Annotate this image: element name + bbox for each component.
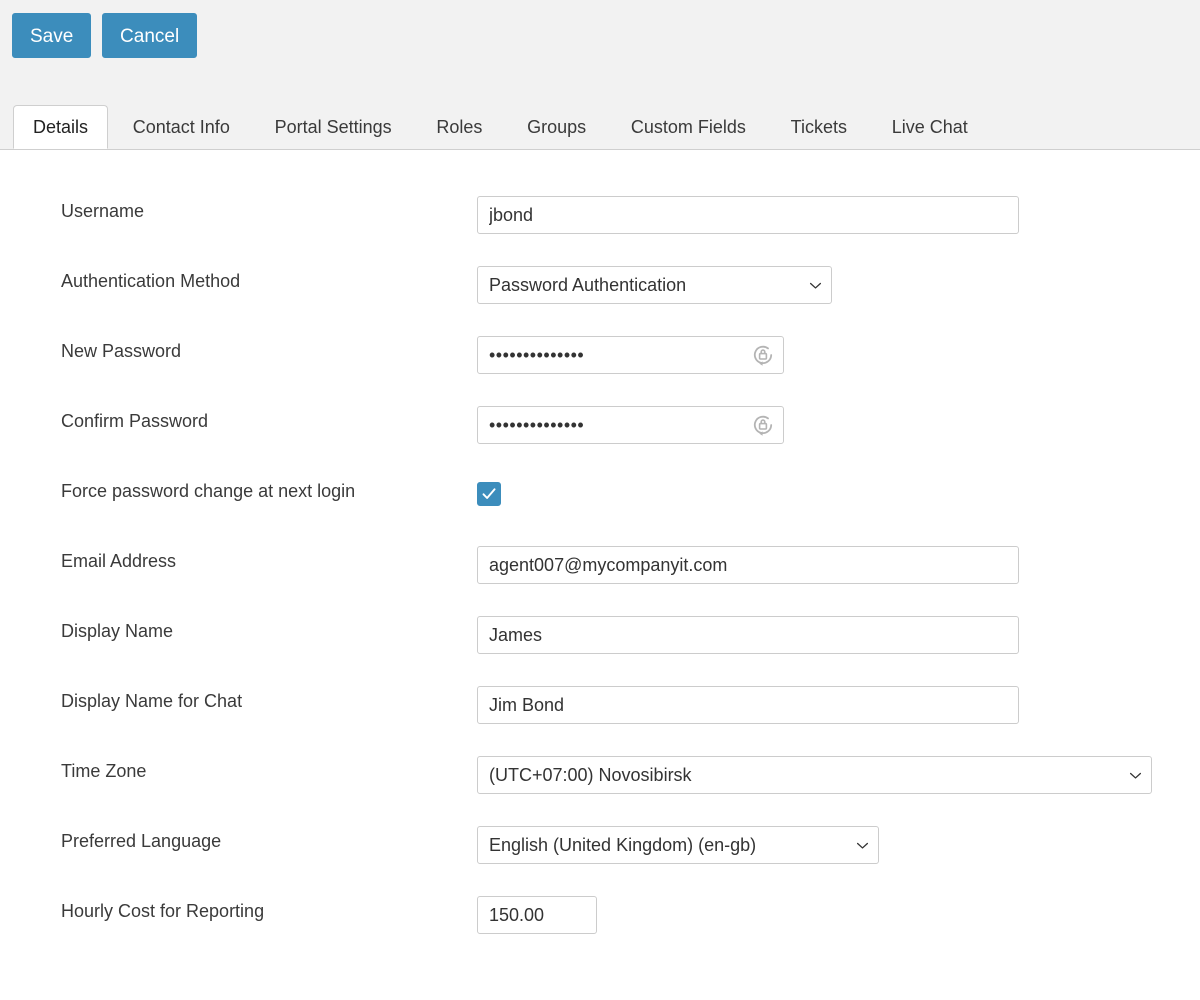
language-selected-value: English (United Kingdom) (en-gb)	[489, 835, 757, 855]
force-password-change-field-wrap	[477, 476, 501, 508]
tab-roles[interactable]: Roles	[416, 105, 502, 149]
field-row-new-password: New Password	[0, 336, 1200, 406]
field-row-auth-method: Authentication Method Password Authentic…	[0, 266, 1200, 336]
field-row-force-password-change: Force password change at next login	[0, 476, 1200, 546]
time-zone-select[interactable]: (UTC+07:00) Novosibirsk	[477, 756, 1152, 794]
field-row-hourly-cost: Hourly Cost for Reporting	[0, 896, 1200, 966]
username-input[interactable]	[477, 196, 1019, 234]
confirm-password-label: Confirm Password	[61, 411, 209, 431]
email-label: Email Address	[61, 551, 177, 571]
new-password-input[interactable]	[477, 336, 784, 374]
new-password-group	[477, 336, 784, 374]
generate-password-icon[interactable]	[750, 342, 776, 368]
force-password-change-checkbox[interactable]	[477, 482, 501, 506]
generate-password-icon[interactable]	[750, 412, 776, 438]
hourly-cost-input[interactable]	[477, 896, 597, 934]
field-row-confirm-password: Confirm Password	[0, 406, 1200, 476]
auth-method-select[interactable]: Password Authentication	[477, 266, 832, 304]
cancel-button[interactable]: Cancel	[102, 13, 198, 58]
force-password-change-label: Force password change at next login	[61, 481, 356, 501]
email-input[interactable]	[477, 546, 1019, 584]
tab-contact-info[interactable]: Contact Info	[113, 105, 250, 149]
username-label: Username	[61, 201, 145, 221]
language-select[interactable]: English (United Kingdom) (en-gb)	[477, 826, 879, 864]
tab-portal-settings[interactable]: Portal Settings	[255, 105, 412, 149]
chevron-down-icon	[809, 279, 822, 292]
auth-method-field-wrap: Password Authentication	[477, 266, 832, 304]
tab-bar: Details Contact Info Portal Settings Rol…	[0, 105, 1200, 150]
display-name-chat-label: Display Name for Chat	[61, 691, 243, 711]
tab-live-chat[interactable]: Live Chat	[872, 105, 988, 149]
new-password-field-wrap	[477, 336, 784, 374]
auth-method-label: Authentication Method	[61, 271, 241, 291]
field-row-time-zone: Time Zone (UTC+07:00) Novosibirsk	[0, 756, 1200, 826]
display-name-label: Display Name	[61, 621, 174, 641]
username-field-wrap	[477, 196, 1019, 234]
time-zone-label: Time Zone	[61, 761, 147, 781]
email-field-wrap	[477, 546, 1019, 584]
save-button[interactable]: Save	[12, 13, 92, 58]
time-zone-selected-value: (UTC+07:00) Novosibirsk	[489, 765, 692, 785]
tab-tickets[interactable]: Tickets	[771, 105, 867, 149]
language-field-wrap: English (United Kingdom) (en-gb)	[477, 826, 879, 864]
tab-groups[interactable]: Groups	[507, 105, 606, 149]
new-password-label: New Password	[61, 341, 182, 361]
time-zone-field-wrap: (UTC+07:00) Novosibirsk	[477, 756, 1152, 794]
check-icon	[482, 488, 496, 499]
field-row-username: Username	[0, 196, 1200, 266]
display-name-chat-field-wrap	[477, 686, 1019, 724]
confirm-password-field-wrap	[477, 406, 784, 444]
confirm-password-group	[477, 406, 784, 444]
field-row-email: Email Address	[0, 546, 1200, 616]
display-name-chat-input[interactable]	[477, 686, 1019, 724]
tab-custom-fields[interactable]: Custom Fields	[611, 105, 766, 149]
auth-method-selected-value: Password Authentication	[489, 275, 687, 295]
tab-details[interactable]: Details	[13, 105, 109, 149]
chevron-down-icon	[856, 839, 869, 852]
field-row-display-name-chat: Display Name for Chat	[0, 686, 1200, 756]
details-form: Username Authentication Method Password …	[0, 150, 1200, 1000]
display-name-field-wrap	[477, 616, 1019, 654]
language-label: Preferred Language	[61, 831, 222, 851]
top-toolbar: Save Cancel	[0, 0, 1200, 105]
hourly-cost-field-wrap	[477, 896, 597, 934]
hourly-cost-label: Hourly Cost for Reporting	[61, 901, 265, 921]
field-row-display-name: Display Name	[0, 616, 1200, 686]
field-row-language: Preferred Language English (United Kingd…	[0, 826, 1200, 896]
confirm-password-input[interactable]	[477, 406, 784, 444]
chevron-down-icon	[1129, 769, 1142, 782]
display-name-input[interactable]	[477, 616, 1019, 654]
